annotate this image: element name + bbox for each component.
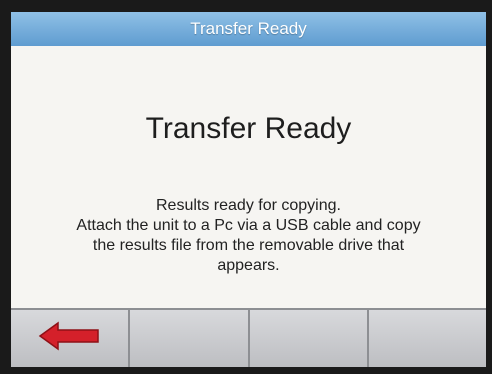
title-bar: Transfer Ready: [11, 12, 486, 46]
status-message: Results ready for copying. Attach the un…: [21, 196, 476, 276]
page-heading: Transfer Ready: [145, 112, 352, 145]
softkey-3[interactable]: [249, 310, 369, 367]
window-title: Transfer Ready: [190, 19, 307, 38]
message-line: the results file from the removable driv…: [92, 237, 405, 254]
content-area: Transfer Ready Results ready for copying…: [11, 46, 486, 308]
message-line: Results ready for copying.: [156, 197, 341, 214]
message-line: Attach the unit to a Pc via a USB cable …: [76, 217, 421, 234]
softkey-bar: [11, 308, 486, 367]
device-frame: Transfer Ready Transfer Ready Results re…: [0, 0, 492, 374]
message-line: appears.: [217, 257, 280, 274]
softkey-4[interactable]: [368, 310, 486, 367]
back-arrow-icon: [38, 320, 102, 357]
softkey-2[interactable]: [130, 310, 250, 367]
back-button[interactable]: [11, 310, 131, 367]
screen: Transfer Ready Transfer Ready Results re…: [11, 12, 486, 367]
